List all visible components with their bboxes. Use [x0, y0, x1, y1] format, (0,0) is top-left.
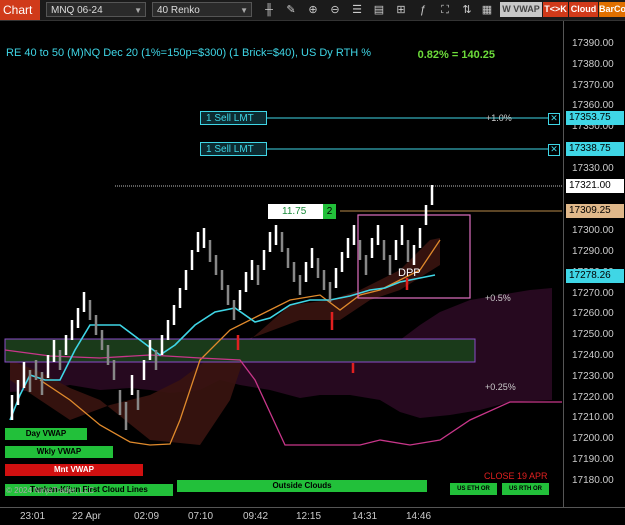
chart-trader-icon[interactable]: ▦ [480, 3, 494, 17]
wkly-vwap-label: Wkly VWAP [5, 446, 113, 458]
sell-order-1[interactable]: 1 Sell LMT [200, 111, 267, 125]
sell-order-2[interactable]: 1 Sell LMT [200, 142, 267, 156]
price-tick: 17180.00 [572, 474, 614, 486]
plus-one-percent-label: +1.0% [486, 113, 512, 123]
data-box-icon[interactable]: ⛶ [438, 3, 452, 17]
chart-toolbar: Chart MNQ 06-24 ▼ 40 Renko ▼ ╫ ✎ ⊕ ⊖ ☰ ▤… [0, 0, 625, 21]
copyright-text: © 2024 NinjaTrader, LLC [6, 486, 95, 495]
price-tick: 17200.00 [572, 433, 614, 445]
outside-clouds-label: Outside Clouds [177, 480, 427, 492]
price-tick: 17260.00 [572, 308, 614, 320]
instrument-selector[interactable]: MNQ 06-24 ▼ [46, 2, 146, 17]
position-price[interactable]: 11.75 [268, 204, 323, 219]
price-tick: 17330.00 [572, 162, 614, 174]
zoom-out-icon[interactable]: ⊖ [328, 3, 342, 17]
us-eth-or-label: US ETH OR [450, 483, 497, 495]
vwap-price-tag: 17278.26 [566, 269, 624, 283]
price-tick: 17190.00 [572, 454, 614, 465]
price-tick: 17270.00 [572, 287, 614, 299]
price-tick: 17300.00 [572, 225, 614, 237]
properties-icon[interactable]: ☰ [350, 3, 364, 17]
day-vwap-label: Day VWAP [5, 428, 87, 440]
instrument-label: MNQ 06-24 [51, 5, 103, 16]
price-tick: 17360.00 [572, 100, 614, 112]
us-rth-or-label: US RTH OR [502, 483, 549, 495]
chart-tab[interactable]: Chart [0, 0, 40, 20]
mnt-vwap-label: Mnt VWAP [5, 464, 143, 476]
tk-button[interactable]: T<>K [543, 2, 568, 17]
price-tick: 17380.00 [572, 58, 614, 70]
strategies-icon[interactable]: ⊞ [394, 3, 408, 17]
dpp-label: DPP [398, 267, 421, 279]
chevron-down-icon: ▼ [240, 6, 248, 15]
percent-readout: 0.82% = 140.25 [417, 49, 495, 61]
time-tick: 14:46 [406, 511, 432, 522]
time-tick: 22 Apr [72, 511, 101, 522]
plus-quarter-percent-label: +0.25% [485, 382, 516, 392]
chart-title: RE 40 to 50 (M)NQ Dec 20 (1%=150p=$300) … [6, 47, 372, 59]
price-tick: 17230.00 [572, 370, 614, 382]
vwap-button[interactable]: W VWAP [500, 2, 542, 17]
price-tick: 17390.00 [572, 38, 614, 49]
trade-icon[interactable]: ⇅ [460, 3, 474, 17]
time-tick: 14:31 [352, 511, 378, 522]
bar-type-selector[interactable]: 40 Renko ▼ [152, 2, 252, 17]
zoom-in-icon[interactable]: ⊕ [306, 3, 320, 17]
close-icon[interactable]: ✕ [548, 144, 560, 156]
price-tick: 17370.00 [572, 79, 614, 91]
close-icon[interactable]: ✕ [548, 113, 560, 125]
price-axis[interactable]: 17390.00 17380.00 17370.00 17360.00 17350.00… [563, 21, 625, 507]
price-tick: 17210.00 [572, 412, 614, 424]
sell-order-1-price-tag: 17353.75 [566, 111, 624, 125]
price-tick: 17290.00 [572, 246, 614, 257]
position-qty[interactable]: 2 [323, 204, 336, 219]
price-tick: 17240.00 [572, 350, 614, 361]
price-tick: 17250.00 [572, 329, 614, 341]
time-tick: 23:01 [20, 511, 46, 522]
templates-icon[interactable]: ▤ [372, 3, 386, 17]
time-tick: 02:09 [134, 511, 160, 522]
bar-type-label: 40 Renko [157, 5, 200, 16]
chevron-down-icon: ▼ [134, 6, 142, 15]
sell-order-2-price-tag: 17338.75 [566, 142, 624, 156]
cloud-button[interactable]: Cloud [569, 2, 598, 17]
time-axis[interactable]: 23:01 22 Apr 02:09 07:10 09:42 12:15 14:… [0, 507, 625, 525]
last-price-tag: 17321.00 [566, 179, 624, 193]
indicators-icon[interactable]: ƒ [416, 3, 430, 17]
barco-button[interactable]: BarCo [599, 2, 625, 17]
plus-half-percent-label: +0.5% [485, 293, 511, 303]
price-tick: 17220.00 [572, 391, 614, 403]
drawing-icon[interactable]: ✎ [284, 3, 298, 17]
entry-price-tag: 17309.25 [566, 204, 624, 218]
time-tick: 07:10 [188, 511, 214, 522]
time-tick: 12:15 [296, 511, 322, 522]
bar-style-icon[interactable]: ╫ [262, 3, 276, 17]
close-label: CLOSE 19 APR [484, 471, 548, 481]
time-tick: 09:42 [243, 511, 269, 522]
chart-panel[interactable]: RE 40 to 50 (M)NQ Dec 20 (1%=150p=$300) … [0, 21, 563, 507]
